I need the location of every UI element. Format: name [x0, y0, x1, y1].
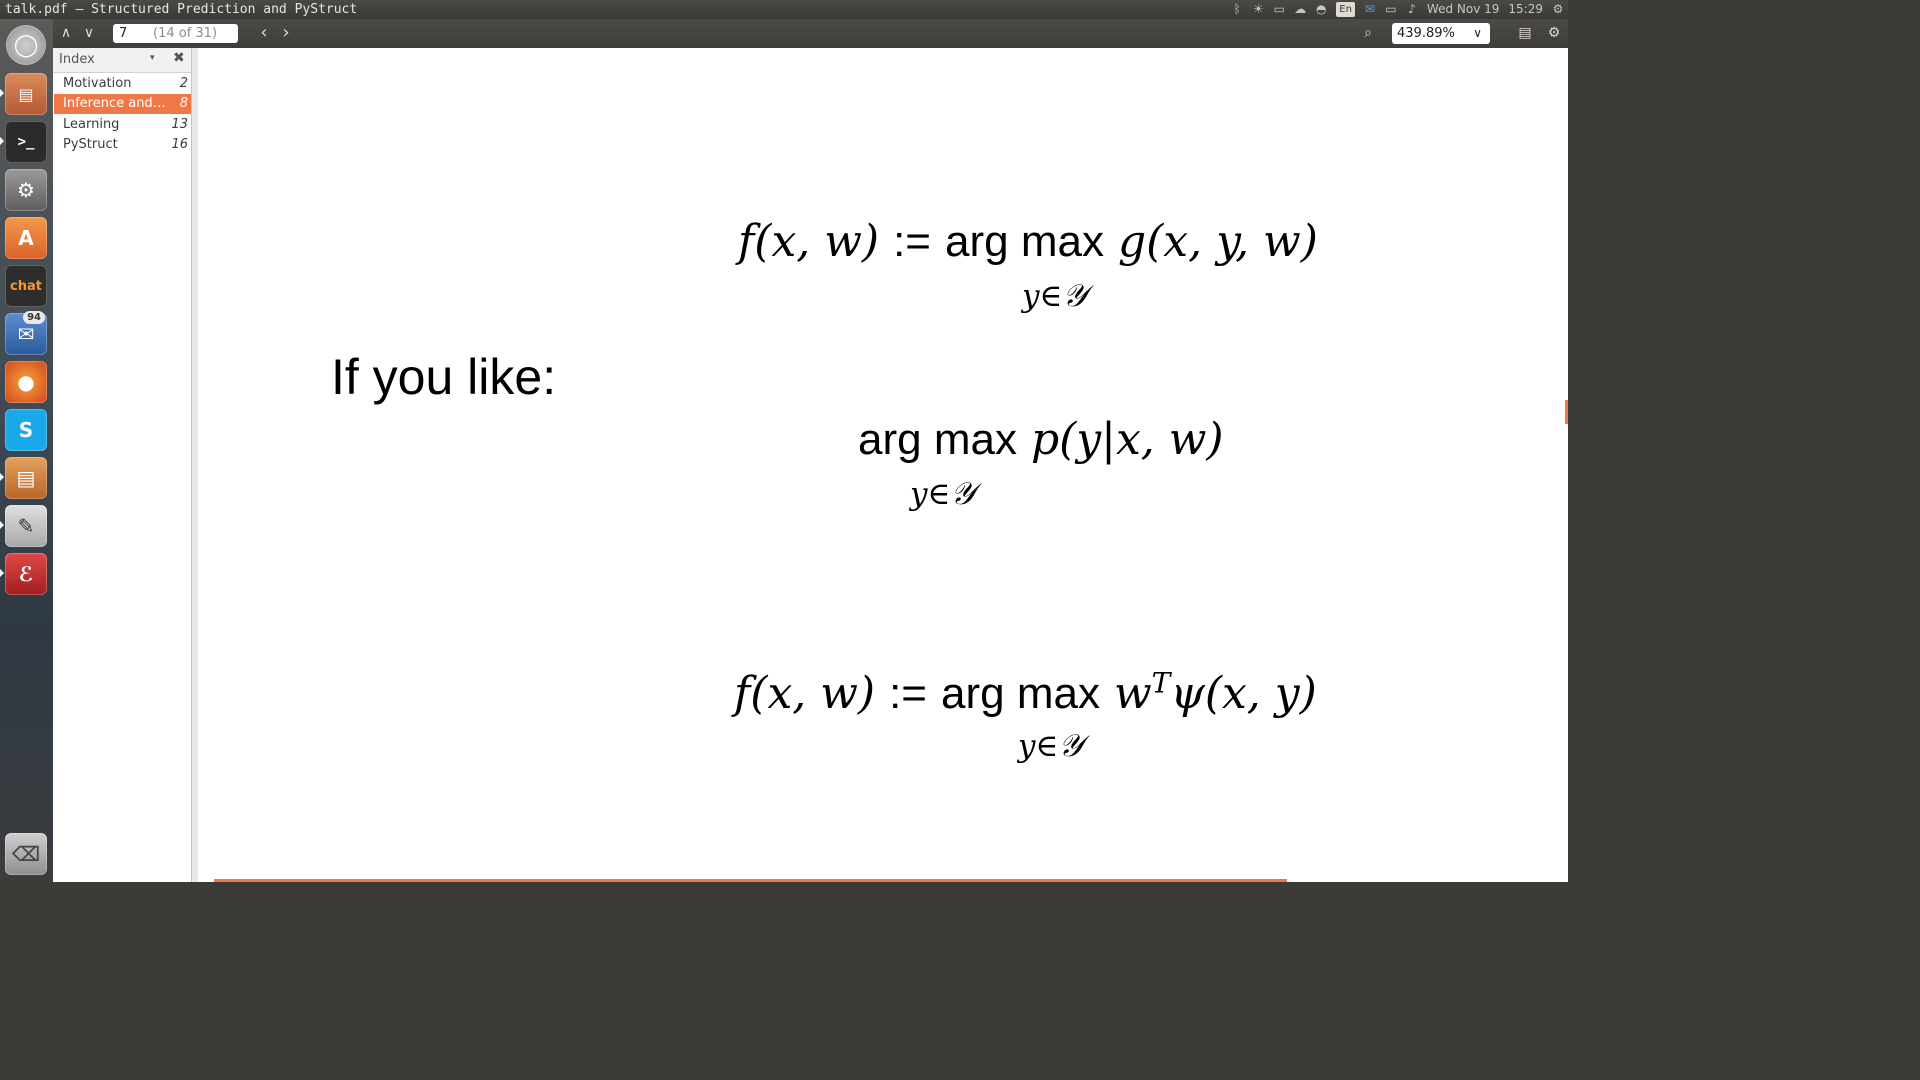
document-viewer-icon[interactable]: ℰ — [5, 553, 47, 595]
indicator-area: ᛒ ☀ ▭ ☁ ◓ En ✉ ▭ ♪ Wed Nov 19 15:29 ⚙ — [1231, 0, 1564, 19]
scroll-position-marker[interactable] — [1565, 400, 1568, 424]
eq1-rhs: g(x, y, w) — [1117, 216, 1318, 267]
index-item-label: Inference and… — [63, 96, 166, 111]
display-icon[interactable]: ▭ — [1273, 2, 1285, 17]
running-indicator — [0, 569, 4, 577]
eq1-lhs: f(x, w) — [738, 216, 880, 267]
slide-caption: If you like: — [331, 349, 557, 405]
eq2-rhs: p(y|x, w) — [1030, 414, 1224, 465]
chevron-down-icon: ∨ — [1473, 26, 1482, 40]
trash-icon[interactable]: ⌫ — [5, 833, 47, 875]
index-item-page: 13 — [171, 117, 188, 132]
zoom-value: 439.89% — [1397, 26, 1455, 41]
bluetooth-icon[interactable]: ᛒ — [1231, 2, 1243, 17]
index-item-page: 8 — [179, 96, 188, 111]
running-indicator — [0, 89, 4, 97]
system-settings-icon[interactable]: ⚙ — [5, 169, 47, 211]
zoom-select[interactable]: 439.89% ∨ — [1392, 23, 1490, 44]
document-properties-icon[interactable]: ▤ — [1514, 23, 1536, 43]
launcher: ◯ ▤ >_ ⚙ A chat ✉ 94 ● S ▤ ✎ ℰ ⌫ — [0, 19, 53, 882]
eq3-w: w — [1113, 667, 1152, 719]
text-editor-icon[interactable]: ✎ — [5, 505, 47, 547]
page-total: (14 of 31) — [153, 26, 218, 41]
equation-1: f(x, w) := arg max g(x, y, w) y∈𝒴 — [738, 216, 1318, 314]
settings-gear-icon[interactable]: ⚙ — [1543, 23, 1565, 43]
volume-icon[interactable]: ♪ — [1406, 2, 1418, 17]
eq1-subscript: y∈𝒴 — [1022, 278, 1087, 314]
page-number-field[interactable]: 7 (14 of 31) — [113, 24, 238, 43]
top-panel: talk.pdf — Structured Prediction and PyS… — [0, 0, 1568, 19]
page-current[interactable]: 7 — [119, 24, 127, 43]
xchat-icon[interactable]: chat — [5, 265, 47, 307]
equation-2: arg max p(y|x, w) y∈𝒴 — [858, 414, 1224, 512]
index-item-pystruct[interactable]: PyStruct 16 — [54, 135, 191, 155]
eq1-assign: := — [893, 217, 931, 266]
index-item-learning[interactable]: Learning 13 — [54, 115, 191, 135]
index-sidebar: Index ▾ ✖ Motivation 2 Inference and… 8 … — [53, 48, 192, 882]
document-page[interactable]: If you like: f(x, w) := arg max g(x, y, … — [198, 48, 1568, 882]
close-icon[interactable]: ✖ — [173, 50, 185, 66]
eq3-transpose: T — [1151, 666, 1171, 699]
wifi-icon[interactable]: ◓ — [1315, 2, 1327, 17]
index-item-page: 2 — [179, 76, 188, 91]
dash-home-icon[interactable]: ◯ — [6, 25, 46, 65]
thunderbird-icon[interactable]: ✉ 94 — [5, 311, 47, 355]
files-icon[interactable]: ▤ — [5, 73, 47, 115]
software-center-icon[interactable]: A — [5, 217, 47, 259]
impress-icon[interactable]: ▤ — [5, 457, 47, 499]
eq3-subscript: y∈𝒴 — [1018, 728, 1083, 764]
next-page-button[interactable]: ∨ — [78, 23, 100, 43]
running-indicator — [0, 521, 4, 529]
history-forward-button[interactable]: › — [275, 23, 297, 43]
equation-3: f(x, w) := arg max wTψ(x, y) y∈𝒴 — [734, 666, 1317, 764]
session-gear-icon[interactable]: ⚙ — [1552, 2, 1564, 17]
brightness-icon[interactable]: ☀ — [1252, 2, 1264, 17]
eq2-argmax: arg max — [858, 415, 1017, 464]
slide-progress-bar — [214, 879, 1287, 882]
terminal-icon[interactable]: >_ — [5, 121, 47, 163]
sidebar-header[interactable]: Index ▾ ✖ — [53, 48, 191, 73]
window-title: talk.pdf — Structured Prediction and PyS… — [5, 2, 358, 17]
keyboard-language-indicator[interactable]: En — [1336, 2, 1355, 17]
index-item-label: PyStruct — [63, 137, 118, 152]
index-item-label: Learning — [63, 117, 120, 132]
date-label[interactable]: Wed Nov 19 — [1427, 2, 1499, 17]
index-item-label: Motivation — [63, 76, 132, 91]
eq3-argmax: arg max — [941, 668, 1100, 718]
eq2-subscript: y∈𝒴 — [910, 476, 975, 512]
toolbar: ∧ ∨ 7 (14 of 31) ‹ › ⌕ 439.89% ∨ ▤ ⚙ — [53, 19, 1568, 49]
unread-count-badge: 94 — [23, 311, 45, 324]
eq1-argmax: arg max — [945, 217, 1104, 266]
cloud-icon[interactable]: ☁ — [1294, 2, 1306, 17]
running-indicator — [0, 137, 4, 145]
eq3-lhs: f(x, w) — [734, 667, 876, 719]
battery-icon[interactable]: ▭ — [1385, 2, 1397, 17]
index-item-motivation[interactable]: Motivation 2 — [54, 74, 191, 94]
eq3-psi: ψ(x, y) — [1170, 667, 1317, 719]
eq3-assign: := — [889, 668, 927, 718]
index-item-page: 16 — [171, 137, 188, 152]
history-back-button[interactable]: ‹ — [253, 23, 275, 43]
skype-icon[interactable]: S — [5, 409, 47, 451]
index-item-inference[interactable]: Inference and… 8 — [54, 94, 191, 114]
sidebar-title: Index — [59, 52, 95, 67]
time-label[interactable]: 15:29 — [1508, 2, 1543, 17]
previous-page-button[interactable]: ∧ — [55, 23, 77, 43]
chevron-down-icon[interactable]: ▾ — [150, 53, 155, 63]
firefox-icon[interactable]: ● — [5, 361, 47, 403]
mail-icon[interactable]: ✉ — [1364, 2, 1376, 17]
search-icon[interactable]: ⌕ — [1357, 23, 1379, 43]
running-indicator — [0, 473, 4, 481]
